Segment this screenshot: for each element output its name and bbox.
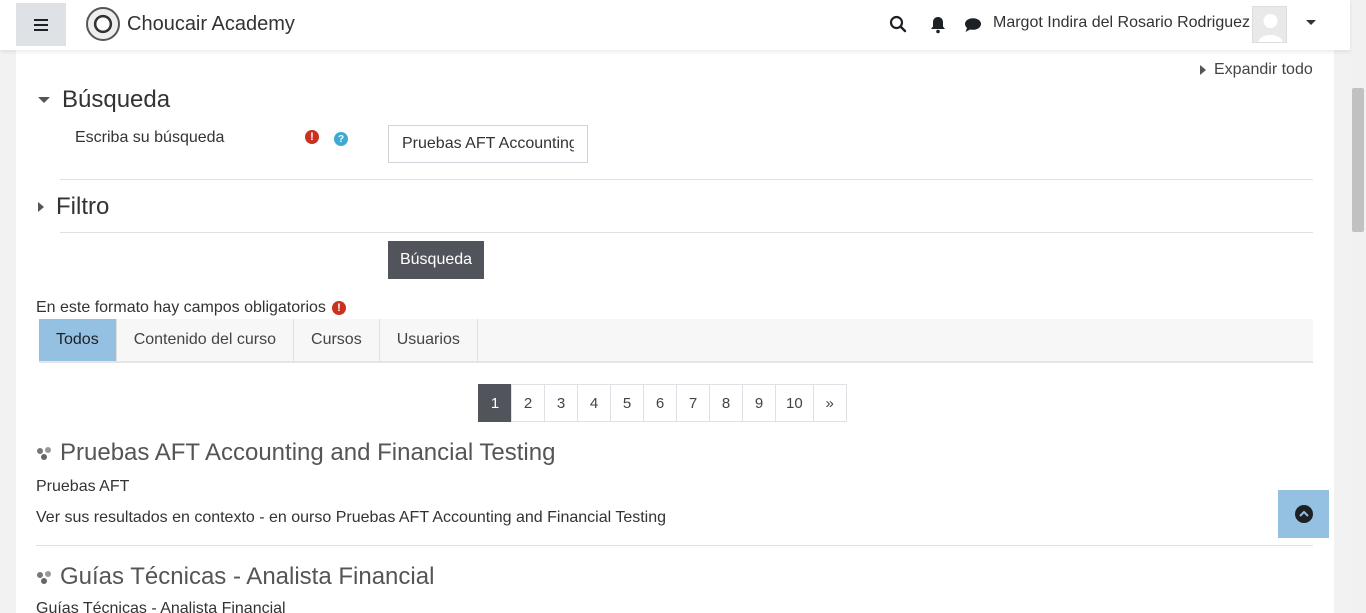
scrollbar-thumb[interactable] bbox=[1352, 88, 1364, 232]
top-navbar: Choucair Academy Margot Indira del Rosar… bbox=[0, 0, 1350, 50]
module-icon bbox=[37, 447, 51, 460]
page-6[interactable]: 6 bbox=[643, 384, 677, 422]
search-submit-button[interactable]: Búsqueda bbox=[388, 241, 484, 279]
module-icon bbox=[37, 571, 51, 584]
divider bbox=[60, 232, 1313, 233]
search-area-tabs: Todos Contenido del curso Cursos Usuario… bbox=[39, 319, 1313, 363]
chevron-up-icon bbox=[1294, 505, 1313, 523]
caret-down-icon bbox=[38, 97, 50, 103]
filter-section-title: Filtro bbox=[56, 193, 110, 220]
result-title-link[interactable]: Guías Técnicas - Analista Financial bbox=[36, 563, 434, 591]
pagination: 1 2 3 4 5 6 7 8 9 10 » bbox=[478, 384, 847, 422]
page-1[interactable]: 1 bbox=[478, 384, 512, 422]
result-context-link[interactable]: Ver sus resultados en contexto - en ours… bbox=[36, 509, 666, 527]
result-subtitle: Guías Técnicas - Analista Financial bbox=[36, 600, 286, 613]
brand-logo bbox=[86, 7, 120, 41]
caret-right-icon bbox=[1200, 65, 1206, 75]
tab-usuarios[interactable]: Usuarios bbox=[380, 319, 478, 361]
help-icon[interactable]: ? bbox=[334, 132, 348, 146]
required-icon: ! bbox=[331, 301, 346, 315]
divider bbox=[36, 545, 1313, 546]
page-5[interactable]: 5 bbox=[610, 384, 644, 422]
filter-section-header[interactable]: Filtro bbox=[38, 193, 109, 221]
result-title: Guías Técnicas - Analista Financial bbox=[60, 563, 435, 590]
page-next[interactable]: » bbox=[812, 384, 847, 422]
divider bbox=[60, 179, 1313, 180]
expand-all-link[interactable]: Expandir todo bbox=[1200, 61, 1313, 79]
back-to-top-button[interactable] bbox=[1278, 490, 1329, 538]
tab-cursos[interactable]: Cursos bbox=[294, 319, 380, 361]
search-section-header[interactable]: Búsqueda bbox=[38, 86, 170, 114]
page-10[interactable]: 10 bbox=[775, 384, 814, 422]
menu-toggle-button[interactable] bbox=[16, 3, 66, 46]
avatar[interactable] bbox=[1252, 6, 1287, 43]
bell-icon[interactable] bbox=[926, 13, 950, 37]
tab-contenido-del-curso[interactable]: Contenido del curso bbox=[117, 319, 295, 361]
caret-right-icon bbox=[38, 202, 44, 212]
search-field-label: Escriba su búsqueda bbox=[75, 129, 225, 146]
search-section-title: Búsqueda bbox=[62, 86, 171, 113]
required-note-text: En este formato hay campos obligatorios bbox=[36, 299, 326, 316]
page-9[interactable]: 9 bbox=[742, 384, 776, 422]
chat-icon[interactable] bbox=[961, 13, 985, 37]
brand[interactable]: Choucair Academy bbox=[86, 7, 295, 41]
chevron-down-icon[interactable] bbox=[1306, 20, 1316, 25]
hamburger-icon bbox=[34, 18, 48, 31]
search-icon[interactable] bbox=[886, 12, 910, 36]
required-icon: ! bbox=[305, 130, 319, 144]
page-3[interactable]: 3 bbox=[544, 384, 578, 422]
page-2[interactable]: 2 bbox=[511, 384, 545, 422]
search-input[interactable] bbox=[388, 125, 588, 163]
expand-all-label: Expandir todo bbox=[1214, 61, 1313, 78]
result-title: Pruebas AFT Accounting and Financial Tes… bbox=[60, 439, 556, 466]
result-subtitle: Pruebas AFT bbox=[36, 478, 130, 495]
page-4[interactable]: 4 bbox=[577, 384, 611, 422]
required-fields-note: En este formato hay campos obligatorios … bbox=[36, 299, 346, 317]
page-7[interactable]: 7 bbox=[676, 384, 710, 422]
user-name[interactable]: Margot Indira del Rosario Rodriguez bbox=[993, 14, 1250, 32]
brand-name: Choucair Academy bbox=[127, 12, 295, 35]
tab-todos[interactable]: Todos bbox=[39, 319, 117, 361]
page-8[interactable]: 8 bbox=[709, 384, 743, 422]
result-title-link[interactable]: Pruebas AFT Accounting and Financial Tes… bbox=[36, 439, 555, 467]
